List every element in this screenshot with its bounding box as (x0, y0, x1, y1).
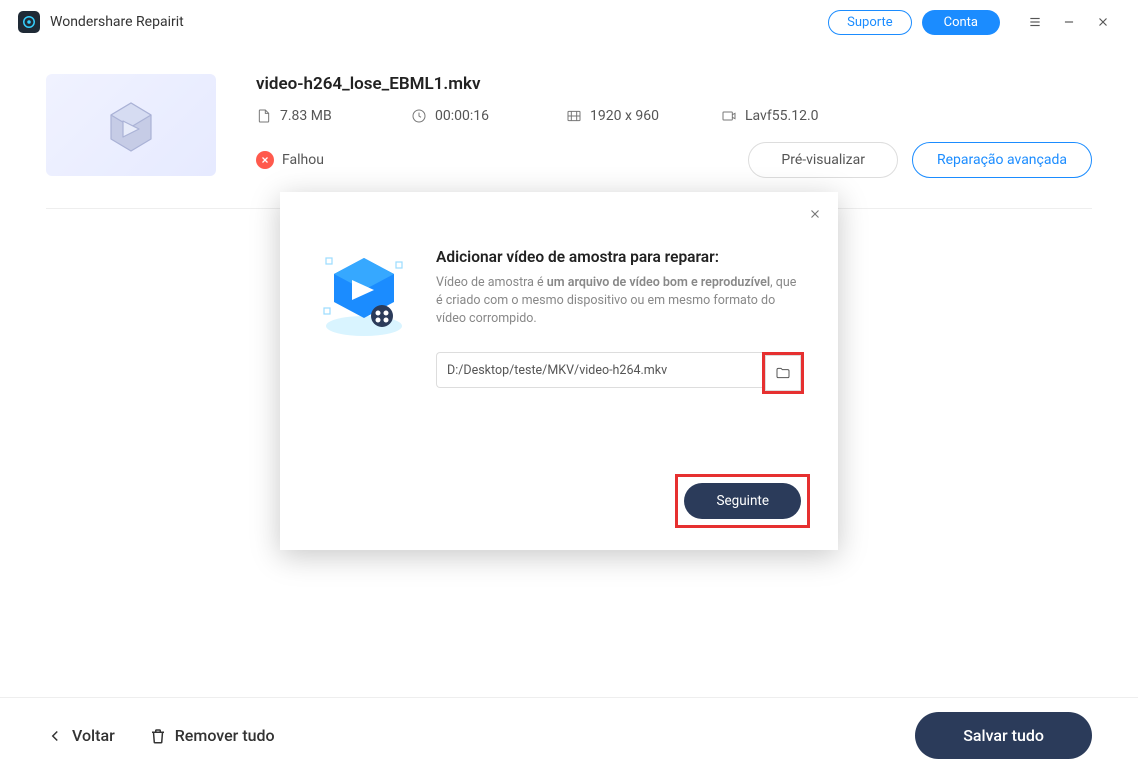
file-codec: Lavf55.12.0 (721, 108, 876, 124)
file-size-text: 7.83 MB (280, 108, 332, 124)
file-duration-text: 00:00:16 (435, 108, 489, 124)
next-button-highlight: Seguinte (675, 474, 810, 528)
remove-all-button[interactable]: Remover tudo (149, 726, 275, 745)
footer-bar: Voltar Remover tudo Salvar tudo (0, 697, 1138, 773)
remove-all-label: Remover tudo (175, 726, 275, 745)
sample-video-modal: Adicionar vídeo de amostra para reparar:… (280, 192, 838, 550)
file-thumbnail (46, 74, 216, 176)
preview-button[interactable]: Pré-visualizar (748, 142, 898, 178)
file-size: 7.83 MB (256, 108, 411, 124)
save-all-button[interactable]: Salvar tudo (915, 712, 1092, 759)
app-icon (18, 11, 40, 33)
status-text: Falhou (282, 152, 324, 168)
modal-description: Vídeo de amostra é um arquivo de vídeo b… (436, 274, 804, 328)
file-codec-text: Lavf55.12.0 (745, 108, 819, 124)
status-row: Falhou Pré-visualizar Reparação avançada (256, 142, 1092, 178)
modal-close-button[interactable] (808, 206, 822, 225)
browse-folder-button[interactable] (765, 355, 801, 391)
close-button[interactable] (1086, 7, 1120, 37)
main-content: video-h264_lose_EBML1.mkv 7.83 MB 00:00:… (0, 44, 1138, 209)
fail-icon (256, 151, 274, 169)
back-label: Voltar (72, 726, 115, 745)
advanced-repair-button[interactable]: Reparação avançada (912, 142, 1092, 178)
file-row: video-h264_lose_EBML1.mkv 7.83 MB 00:00:… (46, 74, 1092, 209)
status-left: Falhou (256, 151, 324, 169)
menu-icon[interactable] (1018, 7, 1052, 37)
app-title: Wondershare Repairit (50, 14, 184, 30)
folder-button-highlight (762, 352, 804, 394)
back-button[interactable]: Voltar (46, 726, 115, 745)
file-duration: 00:00:16 (411, 108, 566, 124)
status-buttons: Pré-visualizar Reparação avançada (748, 142, 1092, 178)
minimize-button[interactable] (1052, 7, 1086, 37)
account-button[interactable]: Conta (922, 10, 1000, 35)
next-button[interactable]: Seguinte (684, 483, 801, 519)
modal-text: Adicionar vídeo de amostra para reparar:… (436, 248, 804, 394)
modal-footer: Seguinte (280, 404, 838, 528)
path-row (436, 352, 804, 394)
file-name: video-h264_lose_EBML1.mkv (256, 74, 1092, 94)
file-info: video-h264_lose_EBML1.mkv 7.83 MB 00:00:… (256, 74, 1092, 178)
support-button[interactable]: Suporte (828, 10, 911, 35)
file-resolution-text: 1920 x 960 (590, 108, 659, 124)
sample-path-input[interactable] (436, 352, 762, 388)
modal-title: Adicionar vídeo de amostra para reparar: (436, 248, 804, 266)
file-resolution: 1920 x 960 (566, 108, 721, 124)
modal-body: Adicionar vídeo de amostra para reparar:… (280, 210, 838, 404)
title-bar: Wondershare Repairit Suporte Conta (0, 0, 1138, 44)
modal-illustration (314, 248, 414, 394)
file-meta-row: 7.83 MB 00:00:16 1920 x 960 Lavf55.12.0 (256, 108, 1092, 124)
